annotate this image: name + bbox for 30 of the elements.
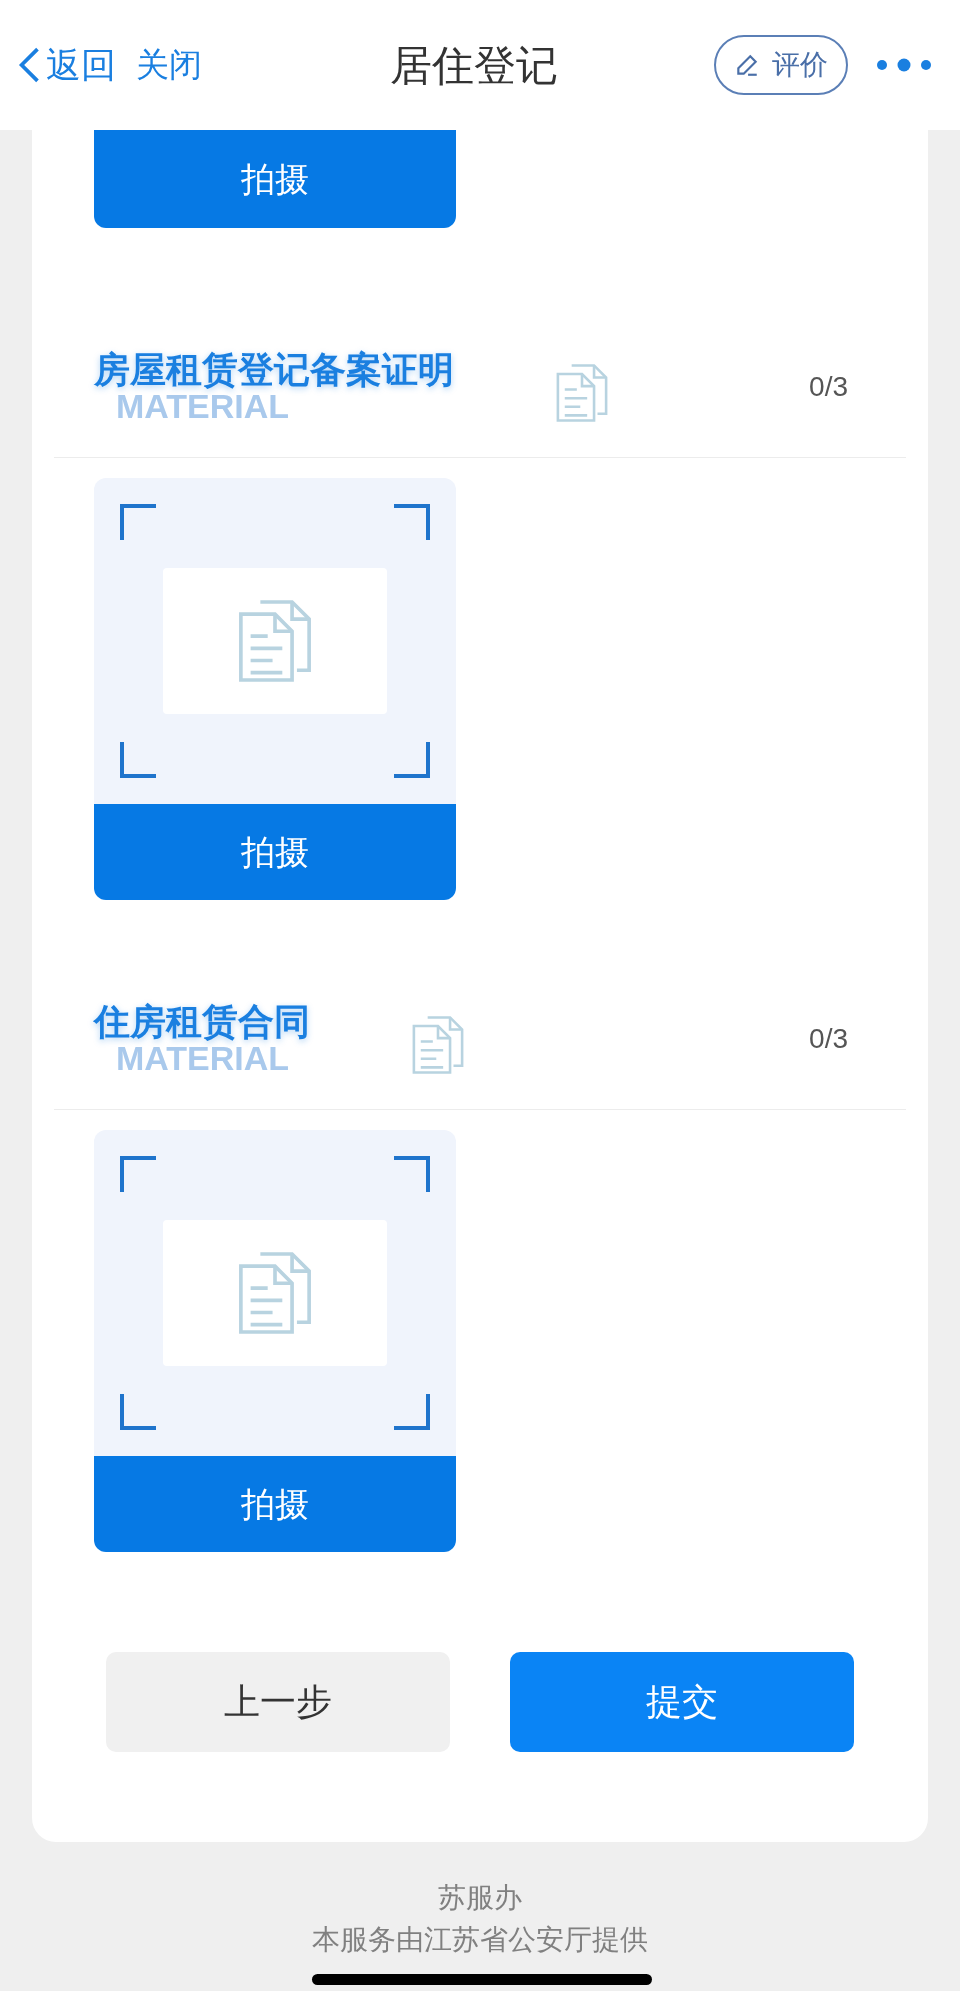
frame-corner xyxy=(394,742,430,778)
frame-corner xyxy=(120,1156,156,1192)
capture-area[interactable] xyxy=(94,478,456,804)
pencil-icon xyxy=(734,52,760,78)
capture-button[interactable]: 拍摄 xyxy=(94,804,456,900)
rate-button[interactable]: 评价 xyxy=(714,35,848,95)
footer-text: 本服务由江苏省公安厅提供 xyxy=(312,1923,648,1957)
page-title: 居住登记 xyxy=(390,40,558,91)
capture-area[interactable] xyxy=(94,1130,456,1456)
frame-corner xyxy=(394,504,430,540)
previous-step-button[interactable]: 上一步 xyxy=(106,1652,450,1752)
upload-count: 0/3 xyxy=(809,1022,848,1056)
frame-corner xyxy=(120,742,156,778)
frame-corner xyxy=(120,1394,156,1430)
capture-button[interactable]: 拍摄 xyxy=(94,130,456,228)
upload-count: 0/3 xyxy=(809,370,848,404)
documents-icon xyxy=(236,597,314,685)
more-icon xyxy=(876,58,932,72)
footer-text: 苏服办 xyxy=(438,1881,522,1915)
chevron-left-icon xyxy=(18,47,40,83)
frame-corner xyxy=(394,1394,430,1430)
capture-button[interactable]: 拍摄 xyxy=(94,1456,456,1552)
documents-icon xyxy=(410,1014,466,1076)
frame-corner xyxy=(394,1156,430,1192)
back-button[interactable]: 返回 xyxy=(18,38,116,92)
close-link[interactable]: 关闭 xyxy=(136,40,202,90)
documents-icon xyxy=(554,362,610,424)
submit-button[interactable]: 提交 xyxy=(510,1652,854,1752)
frame-corner xyxy=(120,504,156,540)
documents-icon xyxy=(236,1249,314,1337)
